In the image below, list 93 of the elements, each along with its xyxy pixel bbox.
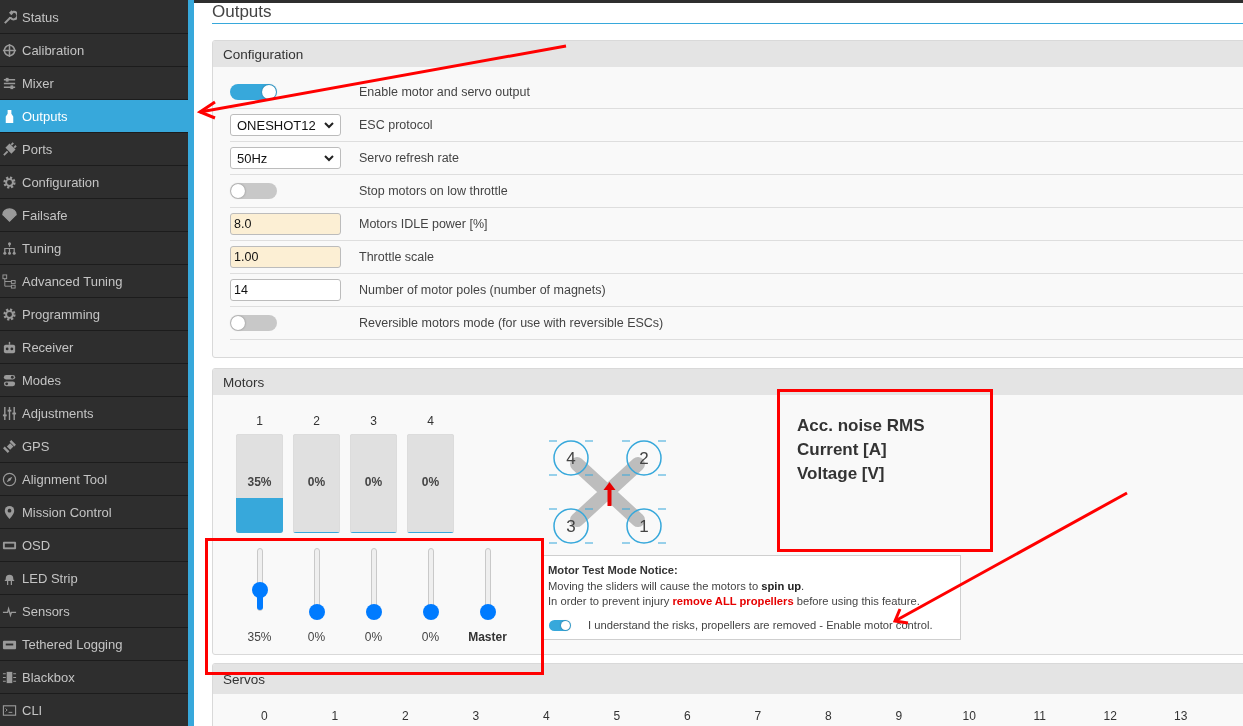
- slider-label: 0%: [307, 630, 326, 644]
- notice-text: In order to prevent injury remove ALL propellers before using this feature.: [548, 594, 921, 609]
- servo-number: 4: [541, 709, 551, 723]
- sidebar-item[interactable]: Sensors: [0, 595, 188, 628]
- motor-number: 3: [370, 414, 377, 428]
- slider-label: 35%: [247, 630, 272, 644]
- sidebar-item[interactable]: Modes: [0, 364, 188, 397]
- setting-label: ESC protocol: [359, 118, 433, 132]
- wrench-icon: [2, 9, 17, 25]
- blackbox-icon: [2, 669, 17, 685]
- panel-title: Configuration: [213, 41, 1243, 67]
- panel-title: Motors: [213, 369, 1243, 395]
- slider-label: Master: [468, 630, 507, 644]
- confirm-label: I understand the risks, propellers are removed - Enable motor control.: [588, 617, 933, 633]
- sidebar-item[interactable]: GPS: [0, 430, 188, 463]
- setting-label: Motors IDLE power [%]: [359, 217, 488, 231]
- toggle-switch[interactable]: [230, 84, 277, 100]
- setting-label: Reversible motors mode (for use with reversible ESCs): [359, 316, 664, 330]
- servo-number: 8: [823, 709, 833, 723]
- satellite-icon: [2, 438, 17, 454]
- slider-label: 0%: [364, 630, 383, 644]
- sidebar-item[interactable]: LED Strip: [0, 562, 188, 595]
- servo-number: 6: [682, 709, 692, 723]
- crosshair-icon: [2, 42, 17, 58]
- sidebar-item[interactable]: Receiver: [0, 331, 188, 364]
- servo-number: 7: [753, 709, 763, 723]
- caret-icon: [324, 121, 334, 129]
- sidebar-item[interactable]: Advanced Tuning: [0, 265, 188, 298]
- terminal-icon: [2, 702, 17, 718]
- quadcopter-diagram: 4 2 3 1: [549, 437, 673, 549]
- select-field[interactable]: ONESHOT12: [230, 114, 341, 136]
- setting-label: Servo refresh rate: [359, 151, 460, 165]
- toggle-switch[interactable]: [230, 315, 277, 331]
- setting-label: Throttle scale: [359, 250, 435, 264]
- setting-label: Stop motors on low throttle: [359, 184, 508, 198]
- motor-reading: 0%: [421, 475, 440, 489]
- sidebar-item[interactable]: CLI: [0, 694, 188, 726]
- motor-reading: 0%: [364, 475, 383, 489]
- slider-label: 0%: [421, 630, 440, 644]
- motor-number: 4: [427, 414, 434, 428]
- compass-icon: [2, 471, 17, 487]
- input-field[interactable]: 1.00: [230, 246, 341, 268]
- motor-number: 1: [256, 414, 263, 428]
- caret-icon: [324, 154, 334, 162]
- pulse-icon: [2, 603, 17, 619]
- sidebar-item[interactable]: Mission Control: [0, 496, 188, 529]
- telemetry-label: Acc. noise RMS: [797, 415, 925, 437]
- servo-number: 1: [330, 709, 340, 723]
- servo-number: 5: [612, 709, 622, 723]
- setting-label: Number of motor poles (number of magnets): [359, 283, 606, 297]
- sliders-icon: [2, 405, 17, 421]
- telemetry-label: Current [A]: [797, 439, 888, 461]
- notice-title: Motor Test Mode Notice:: [548, 563, 679, 578]
- input-field[interactable]: 8.0: [230, 213, 341, 235]
- telemetry-label: Voltage [V]: [797, 463, 886, 485]
- servo-number: 0: [259, 709, 269, 723]
- servo-number: 3: [471, 709, 481, 723]
- servo-number: 11: [1032, 709, 1047, 723]
- setting-label: Enable motor and servo output: [359, 85, 530, 99]
- sidebar-item[interactable]: Status: [0, 1, 188, 34]
- motor-reading: 0%: [307, 475, 326, 489]
- sidebar-item[interactable]: Configuration: [0, 166, 188, 199]
- motor-reading: 35%: [247, 475, 272, 489]
- sidebar-item[interactable]: Adjustments: [0, 397, 188, 430]
- sidebar-item[interactable]: Tethered Logging: [0, 628, 188, 661]
- toggle-switch[interactable]: [549, 619, 571, 631]
- servo-number: 13: [1173, 709, 1189, 723]
- toggle-switch[interactable]: [230, 183, 277, 199]
- sidebar-item[interactable]: Calibration: [0, 34, 188, 67]
- hierarchy-icon: [2, 240, 17, 256]
- panel-title: Servos: [213, 664, 1243, 694]
- sidebar-item[interactable]: OSD: [0, 529, 188, 562]
- parachute-icon: [2, 207, 17, 223]
- flowchart-icon: [2, 273, 17, 289]
- page-title: Outputs: [212, 3, 272, 20]
- servo-number: 9: [894, 709, 904, 723]
- mixer-icon: [2, 75, 17, 91]
- sidebar-item[interactable]: Alignment Tool: [0, 463, 188, 496]
- input-field[interactable]: 14: [230, 279, 341, 301]
- plug-icon: [2, 141, 17, 157]
- servo-number: 12: [1102, 709, 1118, 723]
- gear-icon: [2, 174, 17, 190]
- sidebar-item[interactable]: Tuning: [0, 232, 188, 265]
- servo-number: 2: [400, 709, 410, 723]
- select-field[interactable]: 50Hz: [230, 147, 341, 169]
- sidebar-item[interactable]: Failsafe: [0, 199, 188, 232]
- gear-icon: [2, 306, 17, 322]
- sidebar-item[interactable]: Ports: [0, 133, 188, 166]
- servo-number: 10: [961, 709, 977, 723]
- sidebar-item[interactable]: Blackbox: [0, 661, 188, 694]
- sidebar-item[interactable]: Programming: [0, 298, 188, 331]
- notice-text: Moving the sliders will cause the motors to spin up.: [548, 578, 806, 594]
- motor-number: 2: [313, 414, 320, 428]
